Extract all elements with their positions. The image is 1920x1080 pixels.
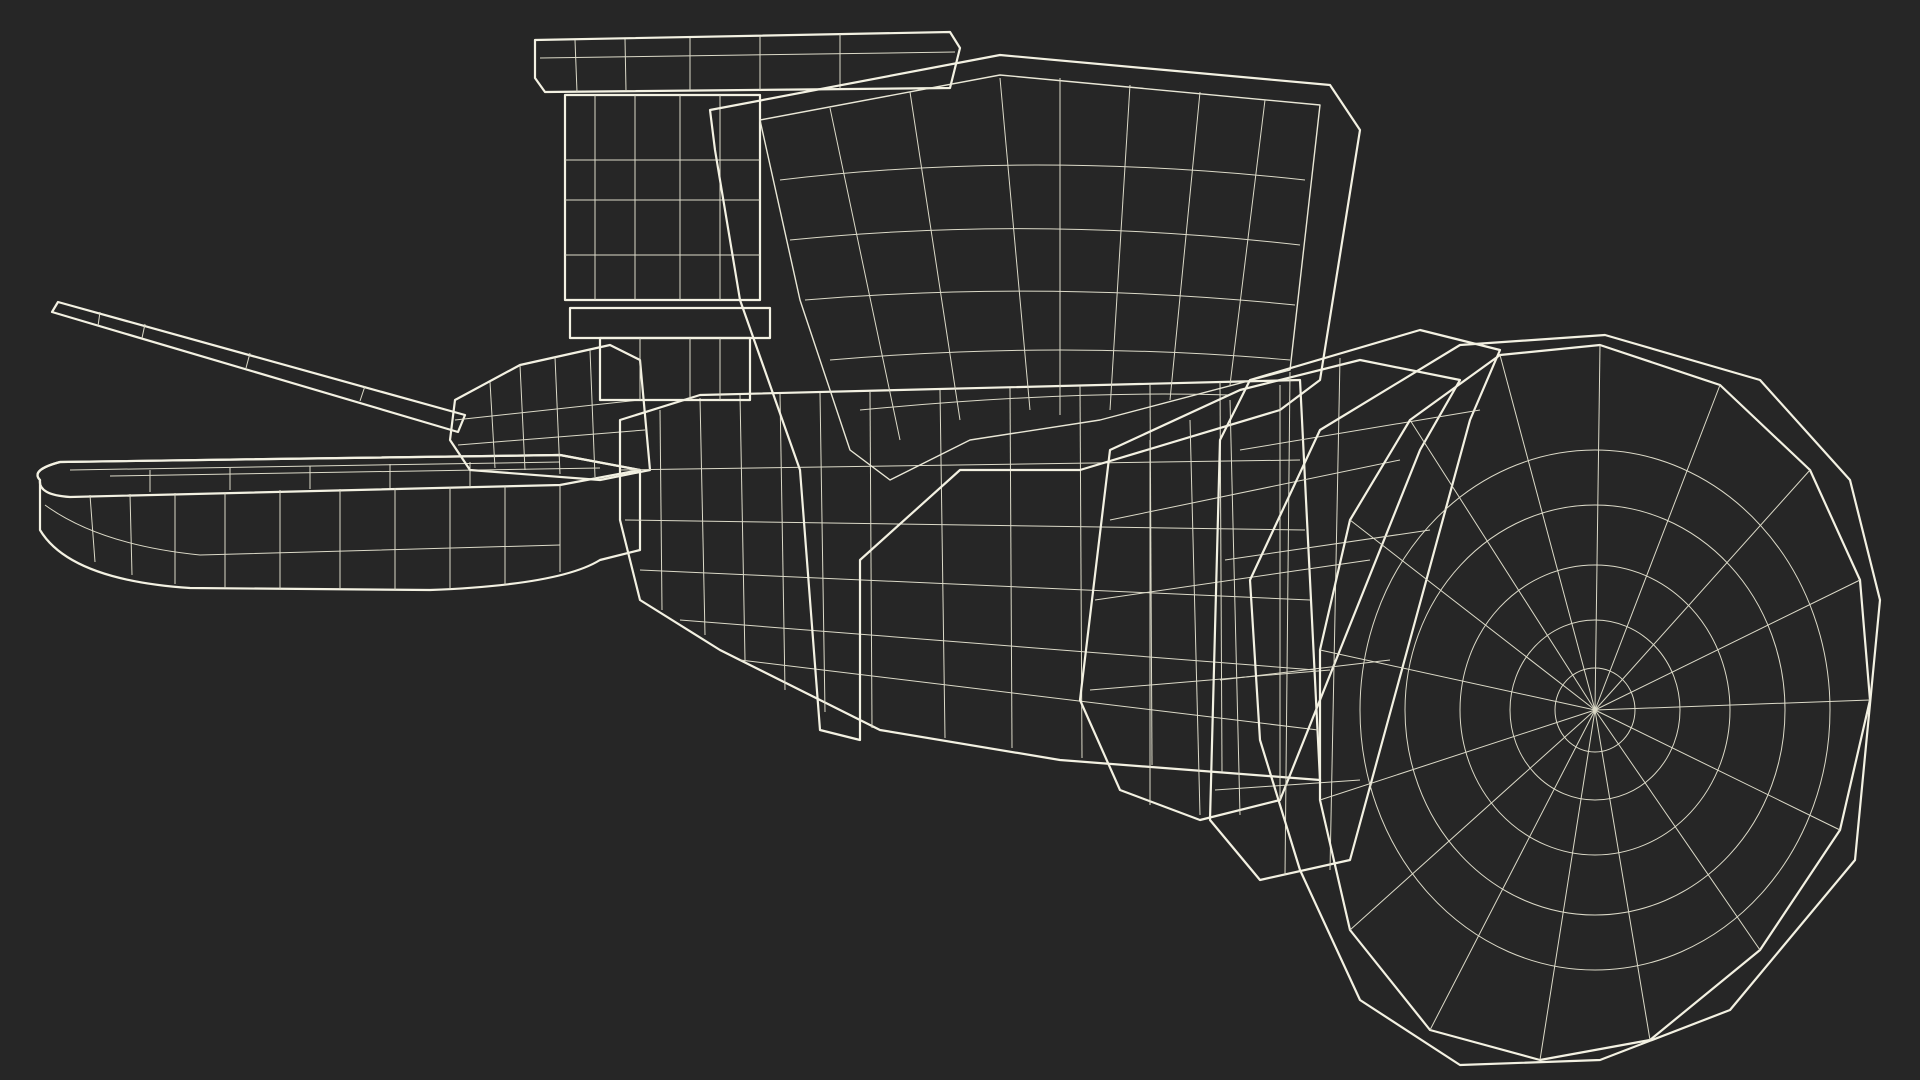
end-cap-spokes — [1319, 344, 1871, 1061]
valve-end-cap — [1248, 333, 1882, 1067]
valve-bonnet — [533, 30, 962, 402]
valve-union-nut — [1078, 328, 1502, 882]
valve-flange-plate — [708, 53, 1362, 742]
lever-rod — [50, 300, 467, 434]
3d-viewport — [36, 30, 1882, 1067]
